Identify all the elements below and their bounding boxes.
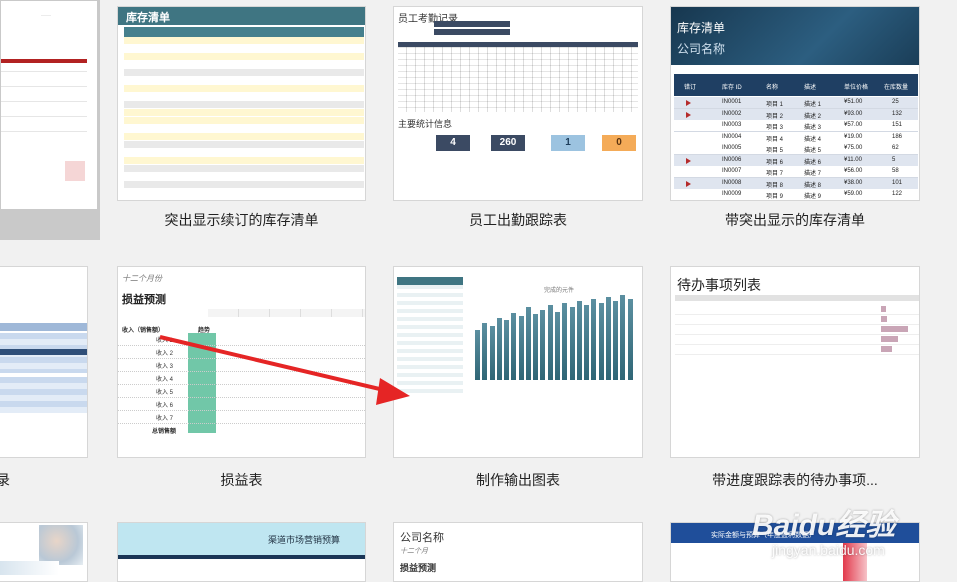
thumb-title: 渠道市场营销预算: [268, 535, 341, 545]
watermark-brand: Baidu经验: [752, 509, 896, 542]
month-label: 十二个月: [400, 547, 428, 555]
watermark-url: jingyan.baidu.com: [772, 542, 885, 558]
thumb-title: 损益预测: [400, 563, 437, 573]
company-name: 公司名称: [400, 532, 444, 544]
template-tile-channel-marketing[interactable]: 渠道市场营销预算: [117, 522, 366, 582]
red-arrow-annotation: [159, 335, 410, 405]
template-tile-pl-forecast-2[interactable]: 公司名称 十二个月 损益预测: [393, 522, 643, 582]
template-tile-row3-left[interactable]: [0, 522, 88, 582]
baidu-jingyan-watermark: Baidu经验 jingyan.baidu.com: [752, 500, 895, 558]
